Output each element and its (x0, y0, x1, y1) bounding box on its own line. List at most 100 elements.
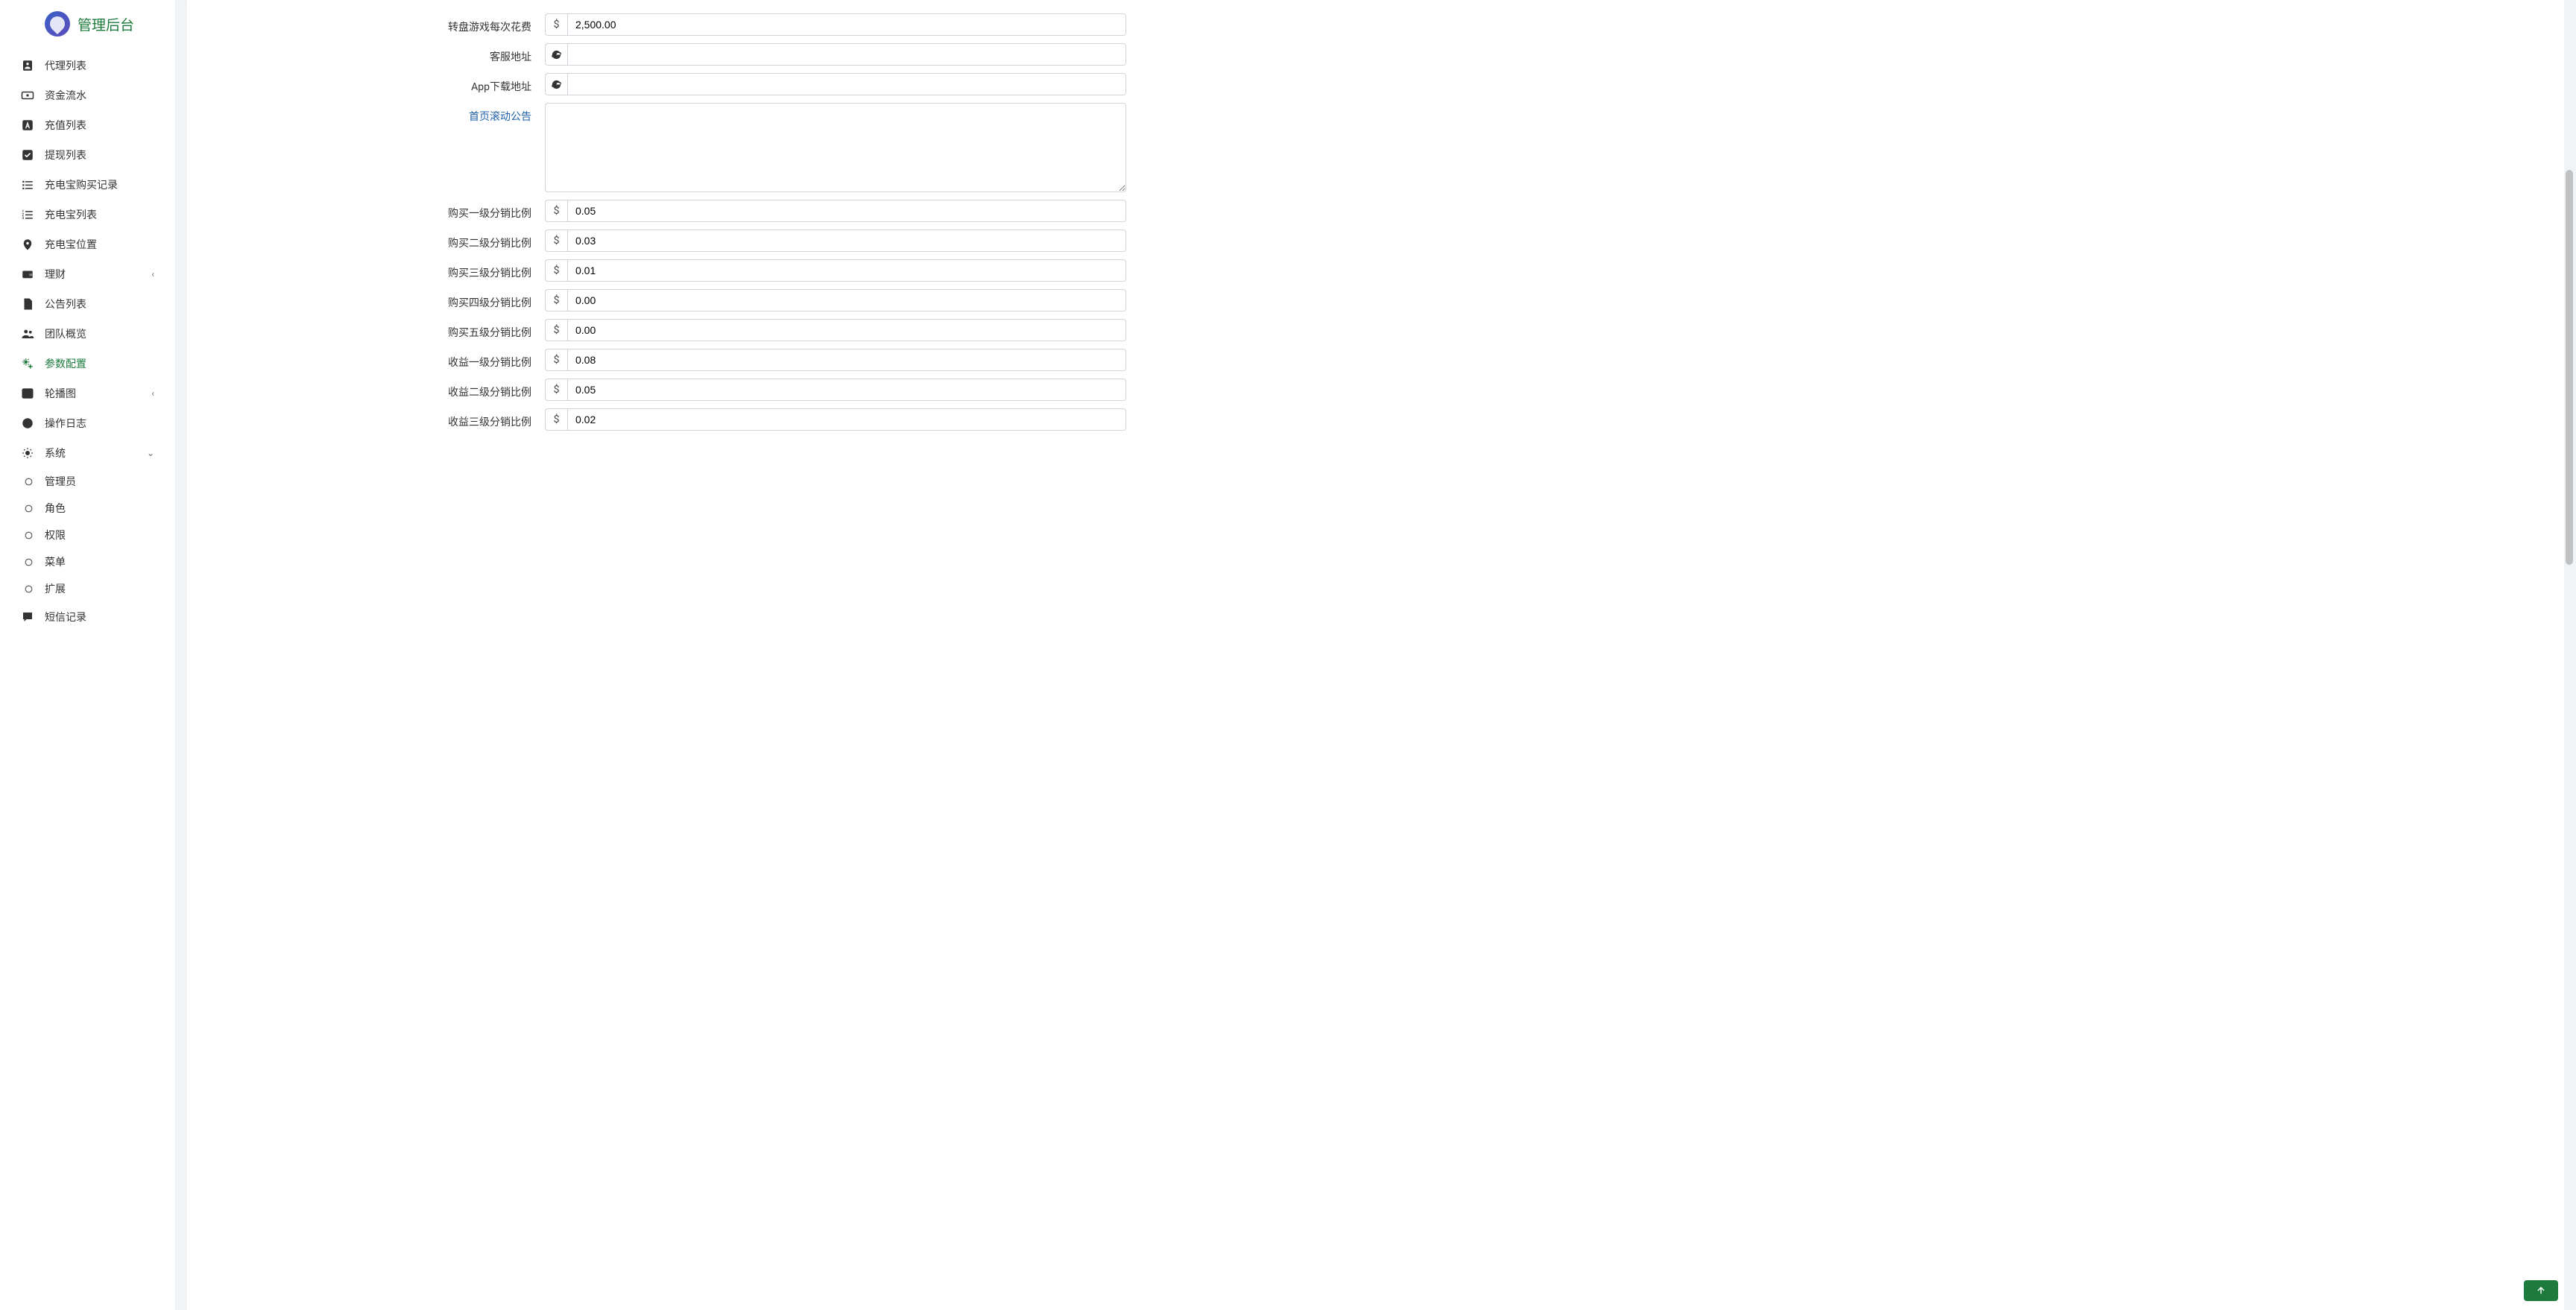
sidebar-nav: 代理列表资金流水充值列表提现列表充电宝购买记录 123充电宝列表充电宝位置理财 ‹ 公… (0, 48, 175, 635)
form-row-6: 购买三级分销比例$ (187, 259, 2564, 282)
chevron-down-icon: ⌄ (147, 448, 154, 458)
dollar-icon: $ (545, 319, 567, 341)
form-row-7: 购买四级分销比例$ (187, 289, 2564, 311)
form-row-1: 客服地址 (187, 43, 2564, 66)
sidebar-item-label: 系统 (45, 446, 66, 461)
sidebar-item-10[interactable]: 参数配置 (0, 349, 175, 379)
form-row-9: 收益一级分销比例$ (187, 349, 2564, 371)
form-label: 转盘游戏每次花费 (202, 13, 545, 34)
gear-icon (21, 446, 45, 460)
sidebar-item-2[interactable]: 充值列表 (0, 110, 175, 140)
dollar-icon: $ (545, 200, 567, 222)
sidebar-item-label: 充电宝位置 (45, 237, 97, 252)
dollar-icon: $ (545, 349, 567, 371)
sidebar-item-7[interactable]: 理财 ‹ (0, 259, 175, 289)
sidebar-item-12[interactable]: 操作日志 (0, 408, 175, 438)
value-input[interactable] (567, 200, 1126, 222)
sidebar-item-9[interactable]: 团队概览 (0, 319, 175, 349)
sidebar-item-label: 公告列表 (45, 297, 86, 311)
value-input[interactable] (567, 43, 1126, 66)
value-input[interactable] (567, 408, 1126, 431)
dollar-icon: $ (545, 379, 567, 401)
form-label: 客服地址 (202, 43, 545, 64)
scrollbar-thumb[interactable] (2566, 170, 2573, 565)
main-content: 转盘游戏每次花费$客服地址App下载地址首页滚动公告购买一级分销比例$购买二级分… (175, 0, 2576, 1310)
input-group: $ (545, 230, 1126, 252)
sidebar-item-14[interactable]: 短信记录 (0, 602, 175, 632)
sidebar-item-0[interactable]: 代理列表 (0, 51, 175, 80)
svg-text:3: 3 (22, 216, 25, 221)
ie-icon (545, 73, 567, 95)
sidebar-item-label: 充电宝购买记录 (45, 177, 118, 192)
comment-icon (21, 610, 45, 624)
value-input[interactable] (567, 13, 1126, 36)
form-label: App下载地址 (202, 73, 545, 94)
users-icon (21, 327, 45, 341)
list-solid-icon (21, 178, 45, 192)
circle-icon (21, 417, 45, 430)
sidebar-item-6[interactable]: 充电宝位置 (0, 230, 175, 259)
app-title: 管理后台 (78, 14, 134, 34)
circle-icon (24, 584, 45, 594)
form-row-2: App下载地址 (187, 73, 2564, 95)
scroll-to-top-button[interactable] (2524, 1280, 2558, 1301)
sidebar-item-label: 充值列表 (45, 118, 86, 133)
input-group (545, 73, 1126, 95)
sidebar-item-5[interactable]: 123充电宝列表 (0, 200, 175, 230)
value-input[interactable] (567, 289, 1126, 311)
value-input[interactable] (567, 379, 1126, 401)
form-row-5: 购买二级分销比例$ (187, 230, 2564, 252)
sidebar-item-label: 充电宝列表 (45, 207, 97, 222)
letter-a-icon (21, 118, 45, 132)
sidebar-subitem-system-0[interactable]: 管理员 (0, 468, 175, 495)
announcement-textarea[interactable] (545, 103, 1126, 192)
sidebar-subitem-system-3[interactable]: 菜单 (0, 548, 175, 575)
form-label: 首页滚动公告 (202, 103, 545, 124)
circle-icon (24, 477, 45, 487)
form-label: 购买二级分销比例 (202, 230, 545, 250)
sidebar-item-label: 轮播图 (45, 386, 76, 401)
ie-icon (545, 43, 567, 66)
sidebar-item-13[interactable]: 系统 ⌄ (0, 438, 175, 468)
sidebar-subitem-label: 权限 (45, 528, 66, 542)
check-icon (21, 148, 45, 162)
sidebar-subitem-system-2[interactable]: 权限 (0, 522, 175, 548)
dollar-icon: $ (545, 408, 567, 431)
dollar-icon: $ (545, 13, 567, 36)
value-input[interactable] (567, 319, 1126, 341)
form-row-3: 首页滚动公告 (187, 103, 2564, 192)
input-group: $ (545, 289, 1126, 311)
form-label: 购买四级分销比例 (202, 289, 545, 310)
sidebar-item-3[interactable]: 提现列表 (0, 140, 175, 170)
sidebar-item-label: 代理列表 (45, 58, 86, 73)
form-card: 转盘游戏每次花费$客服地址App下载地址首页滚动公告购买一级分销比例$购买二级分… (187, 0, 2564, 1310)
sidebar-item-11[interactable]: 轮播图‹ (0, 379, 175, 408)
sidebar-item-label: 理财 (45, 267, 66, 282)
value-input[interactable] (567, 230, 1126, 252)
sidebar-item-4[interactable]: 充电宝购买记录 (0, 170, 175, 200)
sidebar-item-label: 短信记录 (45, 610, 86, 624)
list-ol-icon: 123 (21, 208, 45, 221)
arrow-up-icon (2536, 1285, 2546, 1296)
scrollbar-track[interactable] (2564, 0, 2575, 1310)
form-label: 购买五级分销比例 (202, 319, 545, 340)
sidebar-item-label: 资金流水 (45, 88, 86, 103)
sidebar-subitem-label: 角色 (45, 501, 66, 516)
form-label: 购买三级分销比例 (202, 259, 545, 280)
doc-icon (21, 297, 45, 311)
input-group: $ (545, 379, 1126, 401)
sidebar-subitem-system-4[interactable]: 扩展 (0, 575, 175, 602)
form-label: 收益二级分销比例 (202, 379, 545, 399)
value-input[interactable] (567, 73, 1126, 95)
sidebar-item-1[interactable]: 资金流水 (0, 80, 175, 110)
sidebar-item-8[interactable]: 公告列表 (0, 289, 175, 319)
dollar-icon: $ (545, 230, 567, 252)
form-row-8: 购买五级分销比例$ (187, 319, 2564, 341)
value-input[interactable] (567, 259, 1126, 282)
sidebar-item-label: 团队概览 (45, 326, 86, 341)
input-group: $ (545, 408, 1126, 431)
value-input[interactable] (567, 349, 1126, 371)
sidebar-subitem-system-1[interactable]: 角色 (0, 495, 175, 522)
input-group (545, 43, 1126, 66)
chevron-left-icon: ‹ (151, 269, 154, 279)
